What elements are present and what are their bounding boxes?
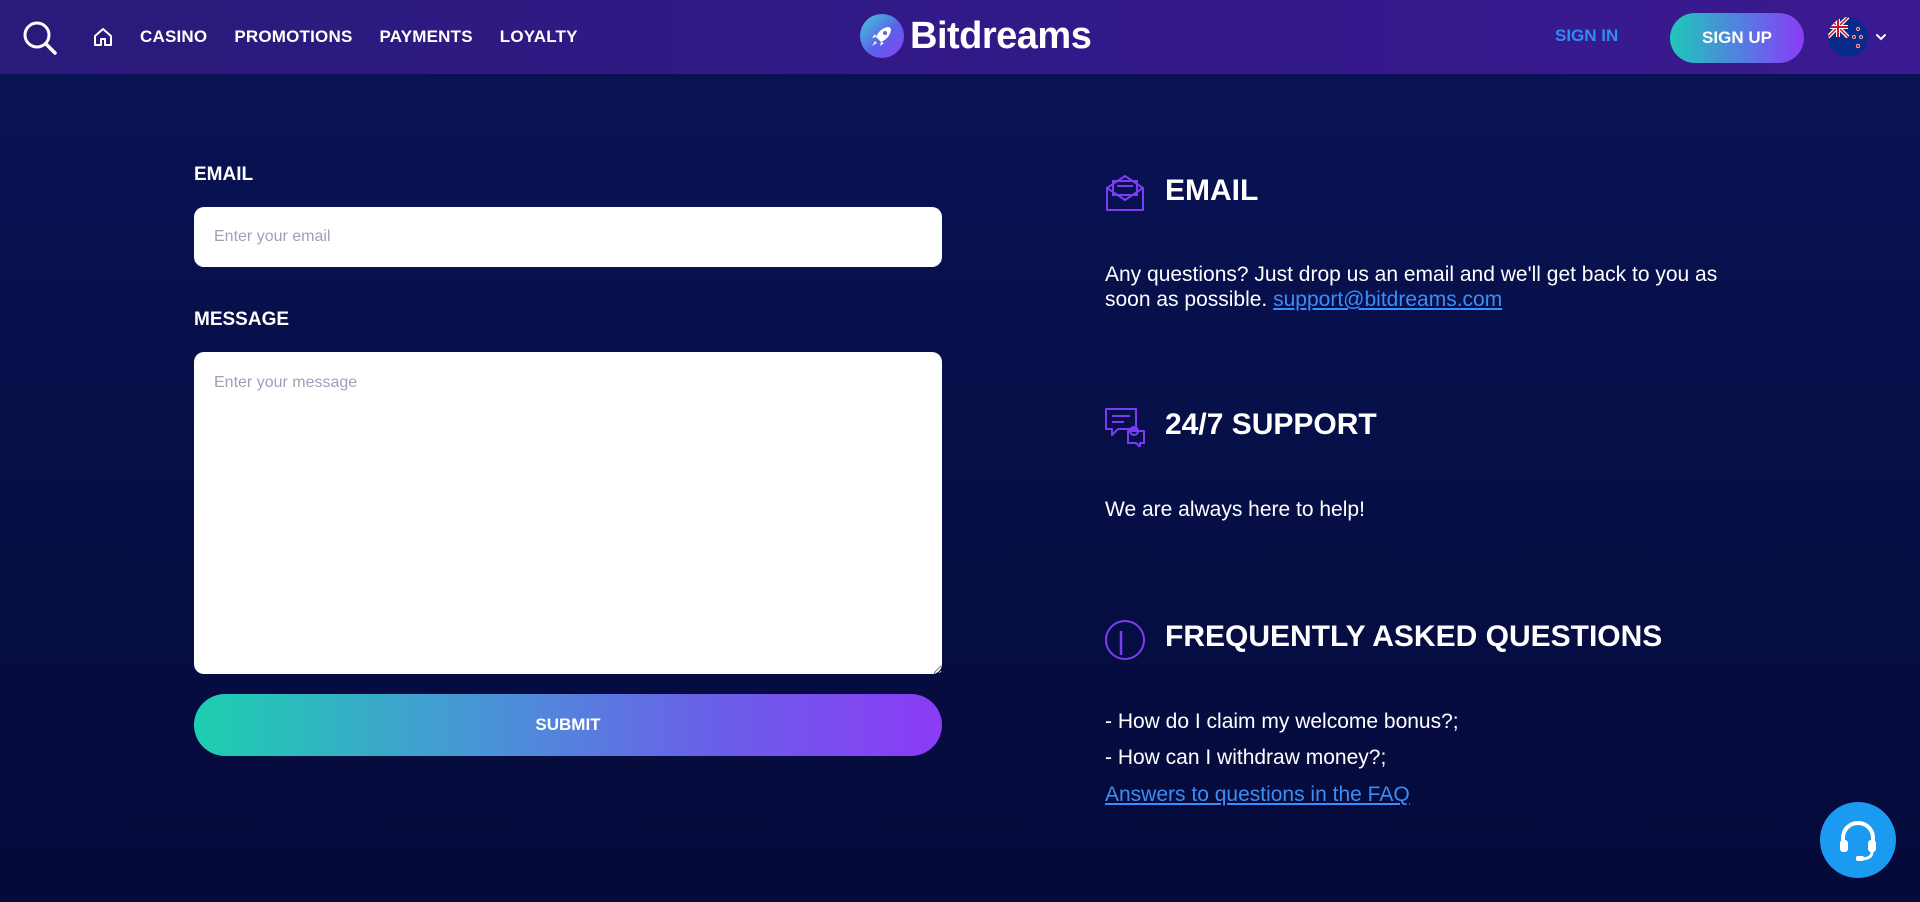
new-zealand-flag-icon [1828, 17, 1868, 57]
email-section-title: EMAIL [1165, 174, 1259, 207]
faq-section-title: FREQUENTLY ASKED QUESTIONS [1165, 620, 1663, 653]
submit-button[interactable]: SUBMIT [194, 694, 942, 756]
sign-in-link[interactable]: SIGN IN [1555, 26, 1618, 46]
info-icon [1105, 620, 1145, 660]
chevron-down-icon [1876, 34, 1886, 41]
language-selector[interactable] [1828, 17, 1888, 57]
sign-up-label: SIGN UP [1702, 28, 1772, 47]
nav-promotions[interactable]: PROMOTIONS [234, 27, 352, 47]
submit-label: SUBMIT [535, 715, 601, 734]
chat-bubbles-icon [1105, 408, 1145, 447]
message-label: MESSAGE [194, 309, 290, 330]
nav-payments[interactable]: PAYMENTS [380, 27, 473, 47]
top-header: CASINO PROMOTIONS PAYMENTS LOYALTY Bitdr… [0, 0, 1920, 74]
faq-question-2: - How can I withdraw money?; [1105, 746, 1387, 769]
sign-up-button[interactable]: SIGN UP [1670, 13, 1804, 63]
support-section-title: 24/7 SUPPORT [1165, 408, 1377, 441]
mail-icon [1106, 175, 1144, 211]
message-field[interactable] [194, 352, 942, 674]
nav-loyalty[interactable]: LOYALTY [500, 27, 578, 47]
logo-text: Bitdreams [910, 14, 1092, 57]
home-icon[interactable] [92, 26, 114, 48]
live-chat-button[interactable] [1820, 802, 1896, 878]
email-label: EMAIL [194, 164, 254, 185]
faq-question-1: - How do I claim my welcome bonus?; [1105, 710, 1459, 733]
faq-link-wrap: Answers to questions in the FAQ [1105, 782, 1725, 807]
nav-casino[interactable]: CASINO [140, 27, 207, 47]
faq-link[interactable]: Answers to questions in the FAQ [1105, 783, 1410, 806]
support-section-text: We are always here to help! [1105, 498, 1365, 521]
rocket-icon [860, 14, 904, 58]
email-field[interactable] [194, 207, 942, 267]
headset-icon [1840, 820, 1876, 861]
search-icon[interactable] [22, 20, 58, 56]
email-section-text: Any questions? Just drop us an email and… [1105, 262, 1725, 312]
main-nav: CASINO PROMOTIONS PAYMENTS LOYALTY [92, 0, 605, 74]
support-email-link[interactable]: support@bitdreams.com [1273, 288, 1502, 311]
site-logo[interactable]: Bitdreams [860, 14, 1092, 58]
